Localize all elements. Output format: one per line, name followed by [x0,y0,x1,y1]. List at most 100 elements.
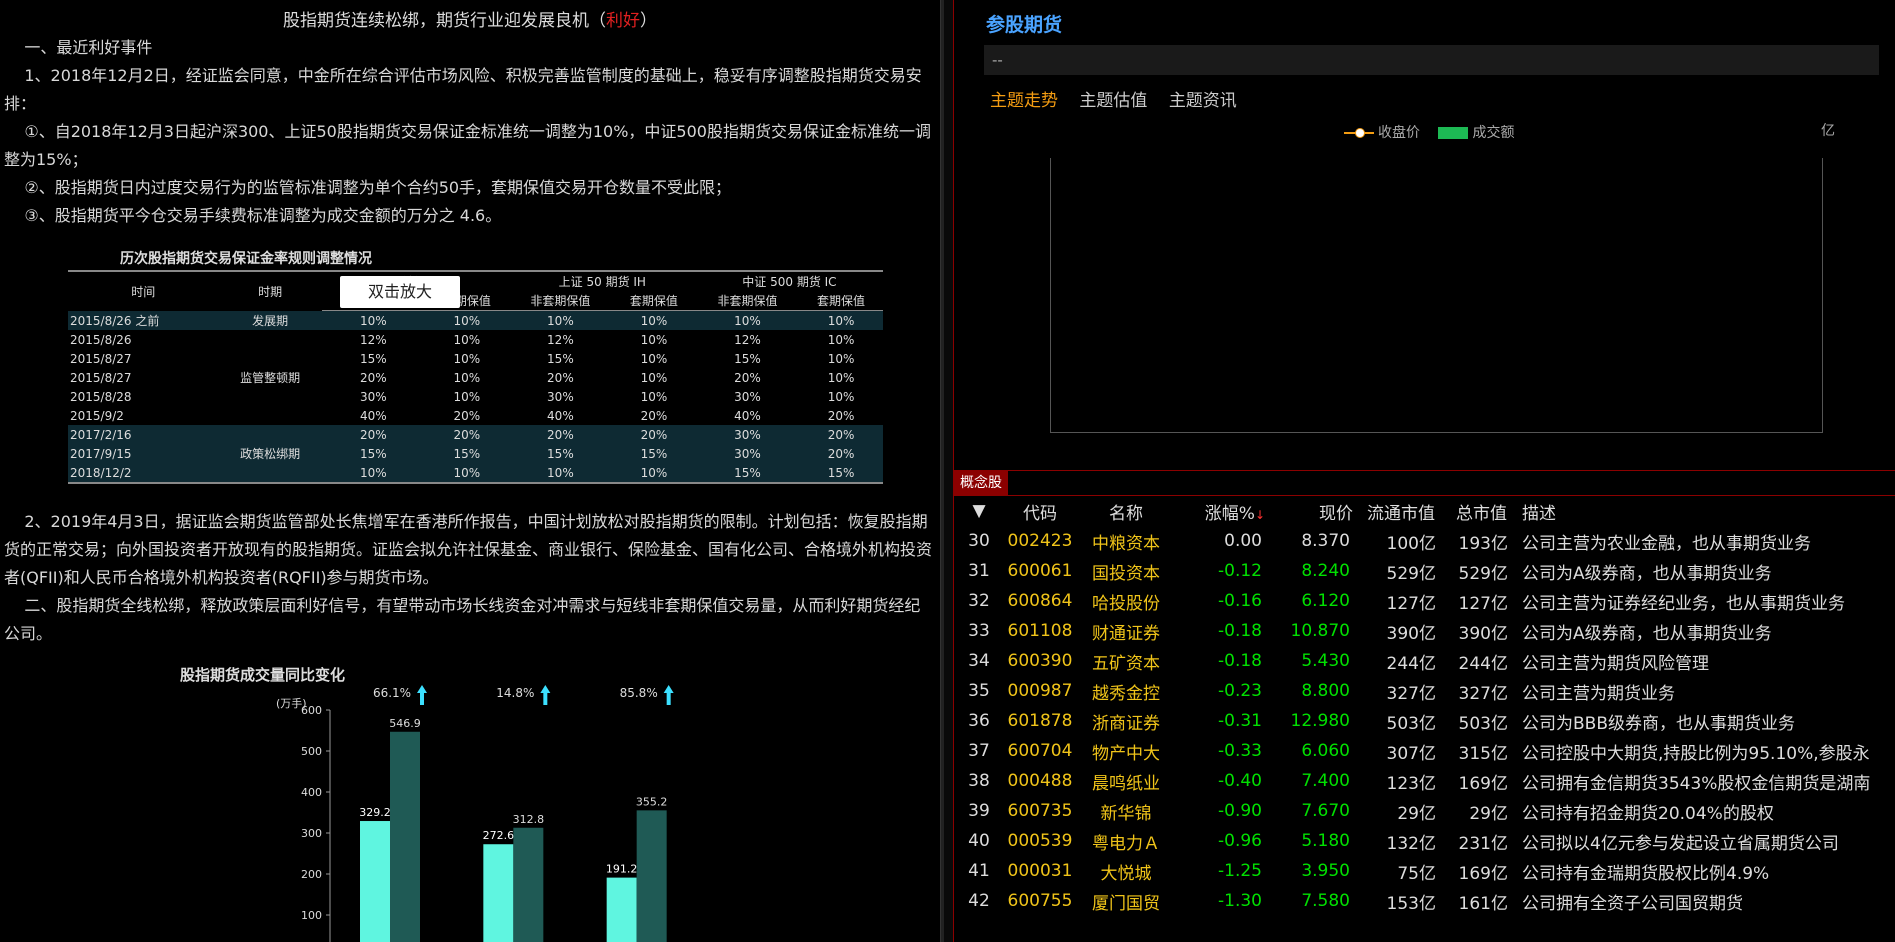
col-desc[interactable]: 描述 [1508,496,1895,526]
table-cell: 10% [424,310,509,330]
up-arrow-icon [417,685,427,705]
title-end: ） [640,11,657,31]
stock-row[interactable]: 36 601878 浙商证券 -0.31 12.980 503亿 503亿 公司为BBB级券商… [954,706,1895,736]
total-cap: 244亿 [1458,653,1508,674]
bar-value-label: 546.9 [389,717,421,730]
legend-volume-label: 成交额 [1472,125,1515,141]
float-cap: 307亿 [1386,743,1436,764]
stock-name: 越秀金控 [1092,683,1160,704]
stock-row[interactable]: 39 600735 新华锦 -0.90 7.670 29亿 29亿 公司持有招金期货20.04… [954,796,1895,826]
stock-code: 600864 [1007,591,1073,611]
stock-desc: 公司为BBB级券商，也从事期货业务 [1522,713,1795,734]
paragraph-2: 1、2018年12月2日，经证监会同意，中金所在综合评估市场风险、积极完善监管制… [4,66,922,113]
table-cell: 2015/8/26 [70,332,132,347]
stock-name: 厦门国贸 [1092,893,1160,914]
stock-row[interactable]: 38 000488 晨鸣纸业 -0.40 7.400 123亿 169亿 公司拥有金信期货35… [954,766,1895,796]
table-title: 历次股指期货交易保证金率规则调整情况 [120,251,372,267]
stock-change: -0.90 [1218,801,1262,821]
col-float-cap[interactable]: 流通市值 [1354,496,1436,526]
table-cell: 15% [424,444,509,463]
close-price-line-icon [1344,128,1374,138]
table-cell [218,463,322,484]
table-cell: 10% [827,389,855,404]
col-code[interactable]: 代码 [1004,496,1076,526]
table-cell: 政策松绑期 [218,444,322,463]
stock-price: 8.800 [1301,681,1350,701]
table-cell [218,425,322,444]
table-cell [219,349,322,368]
stock-code: 000488 [1007,771,1073,791]
stock-row[interactable]: 41 000031 大悦城 -1.25 3.950 75亿 169亿 公司持有金瑞期货股权比例… [954,856,1895,886]
stock-code: 000539 [1007,831,1073,851]
stock-change: -0.23 [1218,681,1262,701]
table-cell: 15% [508,444,612,463]
stock-price: 7.400 [1301,771,1350,791]
margin-rule-table[interactable]: 时间时期沪深上证 50 期货 IH中证 500 期货 IC 非套期保值套期保值非… [68,270,883,484]
stock-name: 新华锦 [1100,803,1152,824]
tab-theme-news[interactable]: 主题资讯 [1169,91,1237,111]
stock-change: -0.31 [1218,711,1262,731]
concept-stock-table[interactable]: ▼ 代码 名称 涨幅%↓ 现价 流通市值 总市值 描述 30 002423 中粮资本… [954,496,1895,916]
pane-splitter[interactable] [940,0,955,942]
chart-legend: 收盘价 成交额 [1344,122,1514,142]
th-sub: 套期保值 [611,291,696,311]
y-tick-label: 100 [301,909,322,922]
col-change[interactable]: 涨幅%↓ [1176,496,1266,526]
row-index: 42 [968,891,990,911]
tab-theme-trend[interactable]: 主题走势 [990,91,1058,111]
table-cell: 10% [640,389,668,404]
stock-desc: 公司主营为期货风险管理 [1522,653,1709,674]
row-index: 40 [968,831,990,851]
theme-pane: 参股期货 -- 主题走势 主题估值 主题资讯 收盘价 成交额 亿 概念股 ▼ 代… [954,0,1895,942]
table-header-row: ▼ 代码 名称 涨幅%↓ 现价 流通市值 总市值 描述 [954,496,1895,526]
stock-code: 600704 [1007,741,1073,761]
table-cell: 15% [321,444,425,463]
volume-bar-chart[interactable]: 0100200300400500600(万手)329.2546.966.1%27… [120,685,720,942]
stock-row[interactable]: 42 600755 厦门国贸 -1.30 7.580 153亿 161亿 公司拥有全资子公司国… [954,886,1895,916]
total-cap: 327亿 [1458,683,1508,704]
table-row: 2018/12/2 10% 10% 10% 10% 15% 15% [68,463,883,484]
stock-desc: 公司持有金瑞期货股权比例4.9% [1522,863,1770,884]
stock-price: 3.950 [1301,861,1350,881]
stock-row[interactable]: 33 601108 财通证券 -0.18 10.870 390亿 390亿 公司为A级券商，也… [954,616,1895,646]
stock-row[interactable]: 40 000539 粤电力Ａ -0.96 5.180 132亿 231亿 公司拟以4亿元参与发… [954,826,1895,856]
table-cell: 15% [799,463,883,484]
article-pane: 股指期货连续松绑，期货行业迎发展良机（利好） 一、最近利好事件 1、2018年1… [0,0,940,942]
table-cell [219,406,322,425]
zoom-button[interactable]: 双击放大 [340,276,460,308]
bar [513,827,544,942]
stock-row[interactable]: 35 000987 越秀金控 -0.23 8.800 327亿 327亿 公司主营为期货业务 [954,676,1895,706]
table-cell: 10% [321,310,425,330]
tab-concept-stocks[interactable]: 概念股 [954,471,1008,495]
table-cell: 12% [547,332,574,347]
table-cell: 20% [508,425,612,444]
tab-theme-valuation[interactable]: 主题估值 [1079,91,1147,111]
table-cell: 10% [453,370,481,385]
stock-change: -0.40 [1218,771,1262,791]
sort-toggle-icon[interactable]: ▼ [954,496,1004,526]
stock-price: 8.240 [1301,561,1350,581]
col-name[interactable]: 名称 [1076,496,1176,526]
col-price[interactable]: 现价 [1266,496,1354,526]
table-cell [219,387,322,406]
total-cap: 231亿 [1458,833,1508,854]
theme-search-field[interactable]: -- [984,45,1879,75]
stock-row[interactable]: 30 002423 中粮资本 0.00 8.370 100亿 193亿 公司主营为农业金融，也… [954,526,1895,556]
row-index: 41 [968,861,990,881]
stock-desc: 公司为A级券商，也从事期货业务 [1522,623,1772,644]
table-cell: 20% [640,408,668,423]
sort-desc-icon: ↓ [1254,507,1265,522]
float-cap: 75亿 [1397,863,1436,884]
float-cap: 244亿 [1386,653,1436,674]
stock-row[interactable]: 34 600390 五矿资本 -0.18 5.430 244亿 244亿 公司主营为期货风险管… [954,646,1895,676]
stock-row[interactable]: 37 600704 物产中大 -0.33 6.060 307亿 315亿 公司控股中大期货,持… [954,736,1895,766]
table-cell: 15% [734,351,761,366]
theme-trend-chart[interactable] [1050,158,1823,433]
float-cap: 390亿 [1386,623,1436,644]
stock-row[interactable]: 32 600864 哈投股份 -0.16 6.120 127亿 127亿 公司主营为证券经纪业… [954,586,1895,616]
table-cell: 2015/8/28 [70,389,132,404]
stock-row[interactable]: 31 600061 国投资本 -0.12 8.240 529亿 529亿 公司为A级券商，也从… [954,556,1895,586]
col-total-cap[interactable]: 总市值 [1436,496,1508,526]
table-cell: 30% [359,389,387,404]
stock-code: 600755 [1007,891,1073,911]
